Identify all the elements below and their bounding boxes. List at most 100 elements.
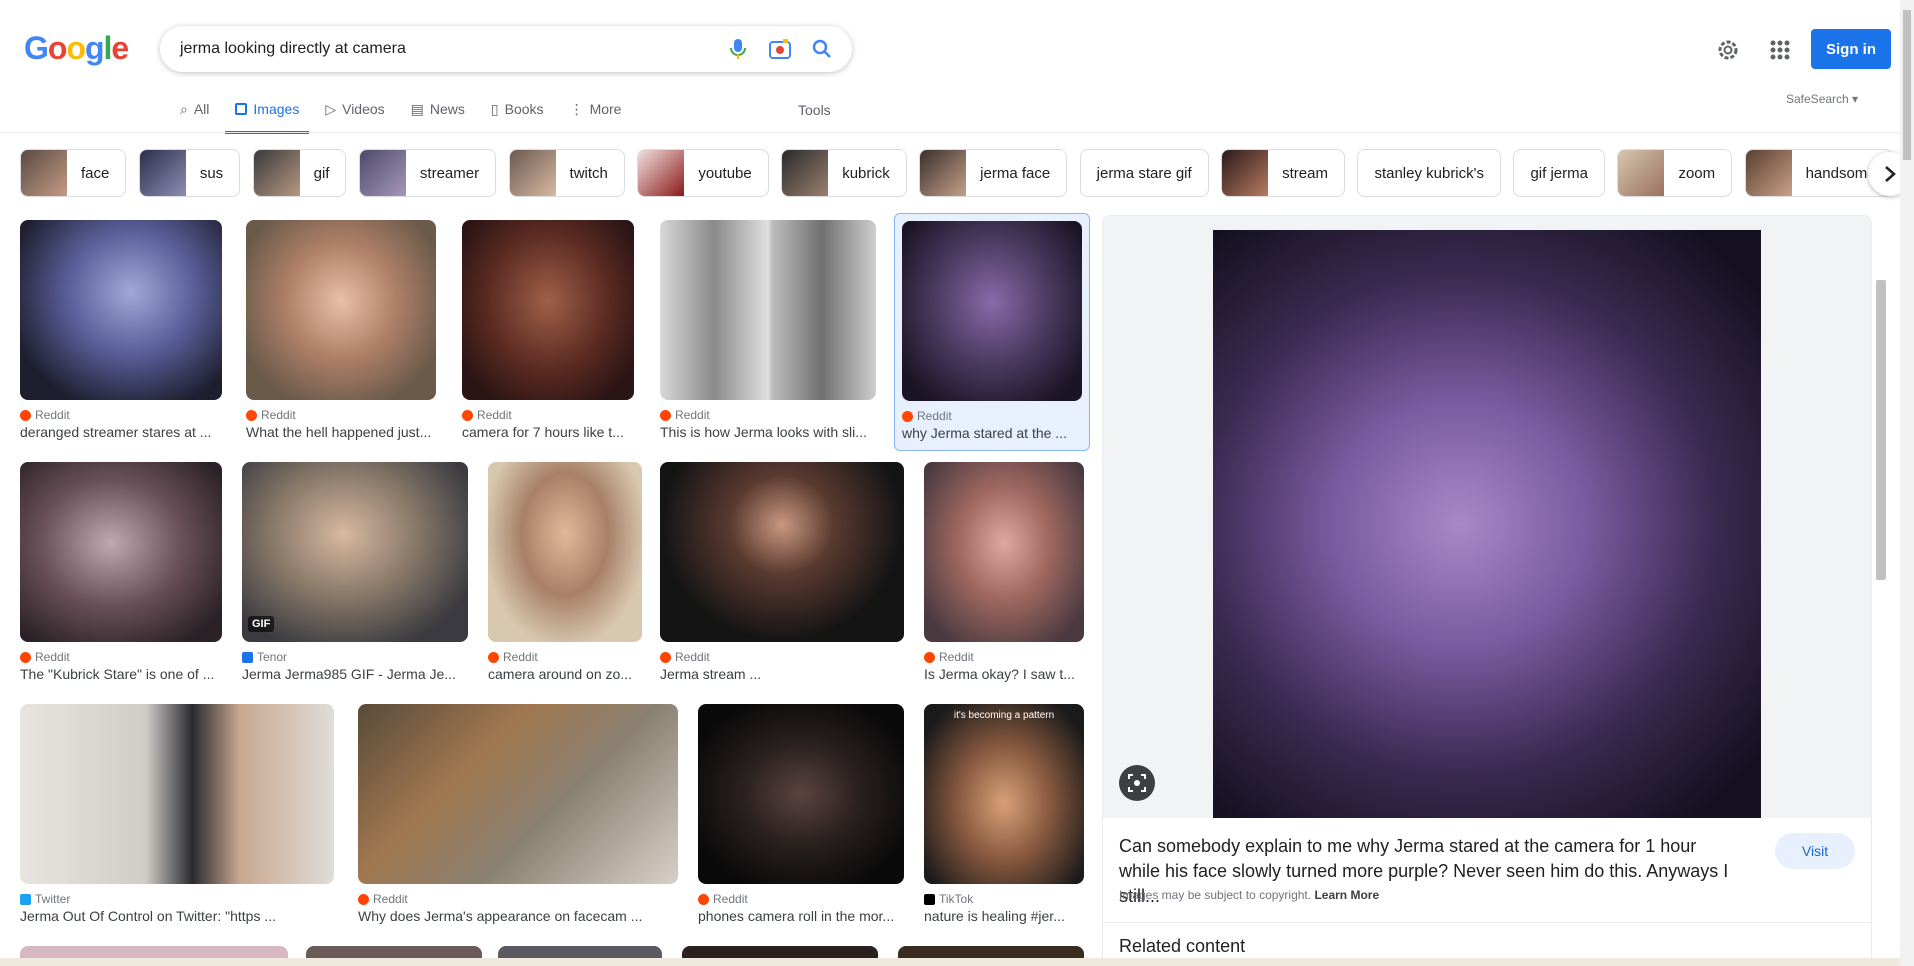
tab-news[interactable]: ▤ News <box>409 94 467 124</box>
result-title[interactable]: phones camera roll in the mor... <box>698 908 904 924</box>
image-result[interactable]: Reddit camera for 7 hours like t... <box>462 220 634 440</box>
chip-stanley-kubricks[interactable]: stanley kubrick's <box>1357 149 1502 197</box>
image-result[interactable]: Reddit This is how Jerma looks with sli.… <box>660 220 876 440</box>
chip-label: kubrick <box>842 164 890 182</box>
result-source: Reddit <box>713 892 748 906</box>
related-content-heading: Related content <box>1119 936 1246 956</box>
chip-jerma-face[interactable]: jerma face <box>919 149 1068 197</box>
result-thumbnail[interactable] <box>358 704 678 884</box>
result-thumbnail[interactable] <box>20 462 222 642</box>
image-result[interactable]: Reddit Jerma stream ... <box>660 462 904 682</box>
result-thumbnail[interactable]: GIF <box>242 462 468 642</box>
chip-stream[interactable]: stream <box>1221 149 1345 197</box>
result-title[interactable]: deranged streamer stares at ... <box>20 424 222 440</box>
chip-sus[interactable]: sus <box>138 149 241 197</box>
safesearch-dropdown[interactable]: SafeSearch ▾ <box>1786 92 1858 106</box>
chip-twitch[interactable]: twitch <box>508 149 625 197</box>
tab-all[interactable]: ⌕ All <box>178 94 211 124</box>
result-title[interactable]: Why does Jerma's appearance on facecam .… <box>358 908 678 924</box>
sign-in-button[interactable]: Sign in <box>1811 29 1891 69</box>
panel-scrollbar[interactable] <box>1874 235 1886 965</box>
result-thumbnail[interactable] <box>20 220 222 400</box>
lens-icon <box>1128 774 1146 792</box>
image-result[interactable]: Reddit Is Jerma okay? I saw t... <box>924 462 1084 682</box>
result-title[interactable]: camera for 7 hours like t... <box>462 424 634 440</box>
chip-gif-jerma[interactable]: gif jerma <box>1513 149 1605 197</box>
result-thumbnail[interactable] <box>902 221 1082 401</box>
google-logo[interactable]: Google <box>24 30 129 67</box>
chip-label: stanley kubrick's <box>1374 164 1485 182</box>
result-source: Reddit <box>373 892 408 906</box>
result-title[interactable]: Is Jerma okay? I saw t... <box>924 666 1084 682</box>
microphone-icon[interactable] <box>720 31 756 67</box>
gear-icon[interactable] <box>1714 36 1742 64</box>
result-thumbnail[interactable] <box>246 220 436 400</box>
search-box[interactable]: jerma looking directly at camera <box>160 26 852 72</box>
chip-face[interactable]: face <box>20 149 127 197</box>
chip-label: gif <box>313 164 330 182</box>
result-title[interactable]: why Jerma stared at the ... <box>902 425 1082 441</box>
chip-zoom[interactable]: zoom <box>1617 149 1733 197</box>
apps-grid-icon[interactable] <box>1766 36 1794 64</box>
image-caption-overlay: it's becoming a pattern <box>953 710 1055 721</box>
result-thumbnail[interactable] <box>924 462 1084 642</box>
tab-videos[interactable]: ▷ Videos <box>323 94 386 124</box>
tab-books[interactable]: ▯ Books <box>489 94 546 124</box>
tab-more[interactable]: ⋮ More <box>568 94 624 124</box>
tab-images[interactable]: Images <box>225 94 310 134</box>
result-title[interactable]: Jerma Jerma985 GIF - Jerma Je... <box>242 666 468 682</box>
search-input[interactable]: jerma looking directly at camera <box>180 40 720 58</box>
visit-button[interactable]: Visit <box>1775 833 1855 869</box>
result-title[interactable]: Jerma stream ... <box>660 666 904 682</box>
chip-label: streamer <box>419 164 480 182</box>
result-thumbnail[interactable]: it's becoming a pattern <box>924 704 1084 884</box>
result-thumbnail[interactable] <box>20 704 334 884</box>
chip-kubrick[interactable]: kubrick <box>781 149 907 197</box>
result-thumbnail[interactable] <box>698 704 904 884</box>
result-source: Reddit <box>675 408 710 422</box>
result-thumbnail[interactable] <box>462 220 634 400</box>
search-icon[interactable] <box>804 31 840 67</box>
learn-more-link[interactable]: Learn More <box>1314 888 1379 902</box>
result-title[interactable]: camera around on zo... <box>488 666 642 682</box>
image-result[interactable]: Reddit deranged streamer stares at ... <box>20 220 222 440</box>
panel-scrollbar-thumb[interactable] <box>1876 280 1886 580</box>
image-result[interactable]: Twitter Jerma Out Of Control on Twitter:… <box>20 704 334 924</box>
result-title[interactable]: Jerma Out Of Control on Twitter: "https … <box>20 908 334 924</box>
reddit-icon <box>660 651 671 663</box>
result-title[interactable]: This is how Jerma looks with sli... <box>660 424 876 440</box>
result-thumbnail[interactable] <box>660 462 904 642</box>
tab-label: News <box>429 101 465 117</box>
image-result[interactable]: Reddit The "Kubrick Stare" is one of ... <box>20 462 222 682</box>
chip-label: twitch <box>569 164 608 182</box>
result-source: Reddit <box>477 408 512 422</box>
image-result[interactable]: it's becoming a pattern TikTok nature is… <box>924 704 1084 924</box>
twitter-icon <box>20 893 31 905</box>
image-result[interactable]: Reddit phones camera roll in the mor... <box>698 704 904 924</box>
image-result[interactable]: Reddit What the hell happened just... <box>246 220 436 440</box>
result-title[interactable]: The "Kubrick Stare" is one of ... <box>20 666 222 682</box>
image-result[interactable]: GIF Tenor Jerma Jerma985 GIF - Jerma Je.… <box>242 462 468 682</box>
tab-label: Books <box>504 101 544 117</box>
image-result-selected[interactable]: Reddit why Jerma stared at the ... <box>894 213 1090 451</box>
window-scrollbar-thumb[interactable] <box>1903 10 1911 160</box>
window-scrollbar[interactable] <box>1900 0 1914 966</box>
chip-youtube[interactable]: youtube <box>637 149 769 197</box>
chip-streamer[interactable]: streamer <box>358 149 497 197</box>
tools-button[interactable]: Tools <box>798 102 831 118</box>
google-lens-button[interactable] <box>1119 765 1155 801</box>
reddit-icon <box>246 409 257 421</box>
image-result[interactable]: Reddit camera around on zo... <box>488 462 642 682</box>
result-thumbnail[interactable] <box>488 462 642 642</box>
chip-gif[interactable]: gif <box>252 149 347 197</box>
chip-thumbnail <box>1745 150 1792 196</box>
copyright-text: Images may be subject to copyright. <box>1119 888 1312 902</box>
chip-jerma-stare-gif[interactable]: jerma stare gif <box>1079 149 1209 197</box>
camera-lens-icon[interactable] <box>762 31 798 67</box>
image-result[interactable]: Reddit Why does Jerma's appearance on fa… <box>358 704 678 924</box>
result-title[interactable]: nature is healing #jer... <box>924 908 1084 924</box>
preview-image[interactable] <box>1213 230 1761 818</box>
chip-thumbnail <box>1618 150 1665 196</box>
result-title[interactable]: What the hell happened just... <box>246 424 436 440</box>
result-thumbnail[interactable] <box>660 220 876 400</box>
